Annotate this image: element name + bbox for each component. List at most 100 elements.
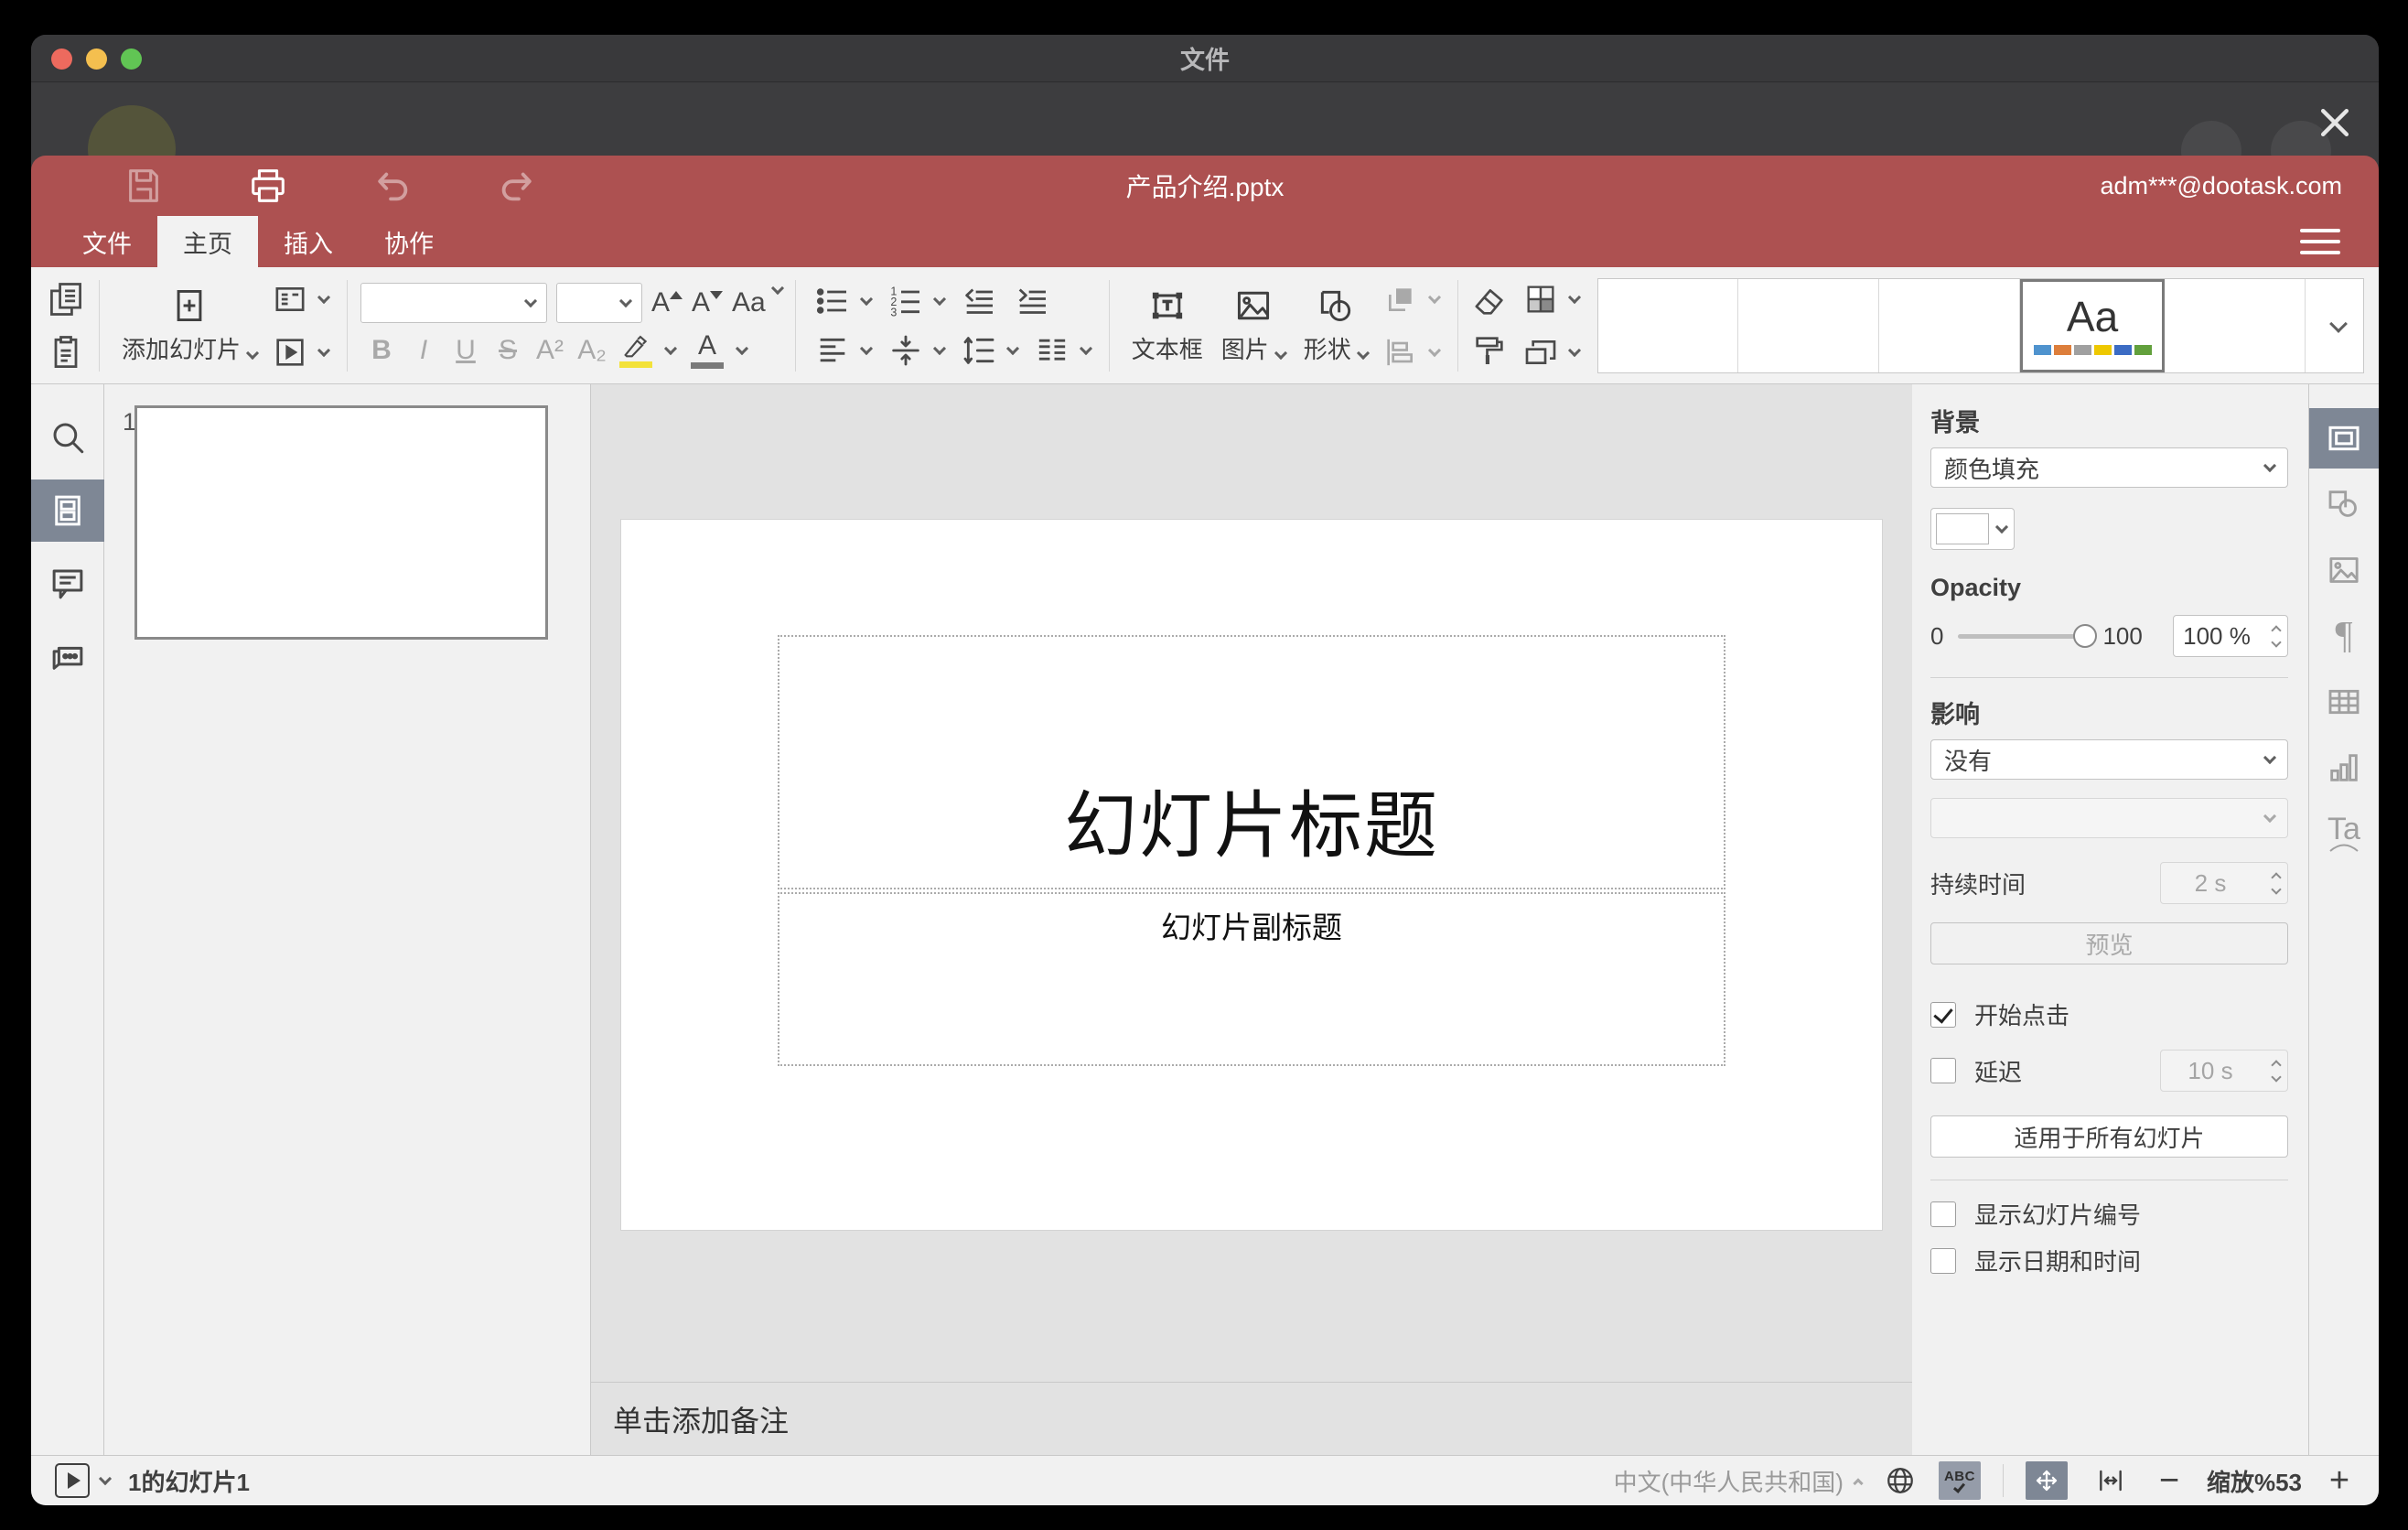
- opacity-slider[interactable]: [1958, 623, 2098, 648]
- slide-size-button[interactable]: [1517, 332, 1585, 372]
- theme-thumbnail[interactable]: [1738, 278, 1880, 372]
- opacity-slider-knob[interactable]: [2073, 623, 2098, 648]
- chart-settings-tab[interactable]: [2309, 738, 2379, 798]
- increase-indent-button[interactable]: [1008, 281, 1056, 321]
- image-icon: [1237, 291, 1269, 320]
- duration-input[interactable]: 2 s: [2160, 862, 2288, 904]
- arrange-shapes-button[interactable]: [1377, 279, 1445, 319]
- slide-settings-tab[interactable]: [2309, 408, 2379, 469]
- horizontal-align-button[interactable]: [809, 330, 876, 371]
- insert-shape-button[interactable]: 形状: [1295, 282, 1377, 369]
- close-editor-button[interactable]: [2315, 102, 2355, 143]
- fit-to-width-button[interactable]: [2090, 1461, 2132, 1500]
- language-select[interactable]: 中文(中华人民共和国): [1614, 1464, 1864, 1498]
- increase-font-button[interactable]: A: [651, 287, 683, 318]
- insert-image-button[interactable]: 图片: [1212, 282, 1295, 369]
- subscript-button[interactable]: A₂: [571, 335, 613, 366]
- effect-select[interactable]: 没有: [1930, 739, 2288, 780]
- tab-collaboration[interactable]: 协作: [359, 216, 459, 267]
- add-slide-button[interactable]: 添加幻灯片: [113, 282, 266, 369]
- minimize-window-button[interactable]: [86, 48, 107, 70]
- opacity-spinner[interactable]: [2271, 616, 2282, 656]
- change-layout-button[interactable]: [266, 279, 334, 319]
- delay-checkbox[interactable]: [1930, 1058, 1956, 1083]
- align-shapes-button[interactable]: [1377, 332, 1445, 372]
- textart-settings-tab[interactable]: Ta: [2309, 803, 2379, 864]
- columns-button[interactable]: [1028, 330, 1096, 371]
- show-date-time-checkbox[interactable]: [1930, 1247, 1956, 1274]
- tab-insert[interactable]: 插入: [258, 216, 359, 267]
- theme-thumbnail-selected[interactable]: Aa: [2019, 278, 2166, 372]
- notes-placeholder-text: 单击添加备注: [613, 1404, 790, 1438]
- theme-thumbnail[interactable]: [1598, 278, 1739, 372]
- strikethrough-button[interactable]: S: [487, 335, 529, 366]
- slide-size-icon: [1525, 339, 1556, 364]
- copy-style-icon[interactable]: [1471, 332, 1508, 369]
- align-left-icon: [820, 338, 845, 361]
- insert-textbox-button[interactable]: 文本框: [1123, 282, 1212, 369]
- copy-icon[interactable]: [46, 279, 86, 319]
- slide[interactable]: 幻灯片标题 幻灯片副标题: [621, 520, 1882, 1230]
- apply-to-all-slides-button[interactable]: 适用于所有幻灯片: [1930, 1115, 2288, 1158]
- fill-type-select[interactable]: 颜色填充: [1930, 447, 2288, 488]
- zoom-in-button[interactable]: +: [2324, 1463, 2355, 1498]
- redo-icon[interactable]: [496, 165, 538, 207]
- show-slide-number-checkbox[interactable]: [1930, 1201, 1956, 1227]
- start-slideshow-button[interactable]: [266, 332, 334, 372]
- numbered-list-button[interactable]: 123: [882, 281, 950, 321]
- fit-to-slide-button[interactable]: [2025, 1461, 2068, 1500]
- italic-button[interactable]: I: [403, 335, 445, 366]
- effect-option-select[interactable]: [1930, 798, 2288, 838]
- delay-spinner[interactable]: [2271, 1051, 2282, 1091]
- delay-input[interactable]: 10 s: [2160, 1050, 2288, 1092]
- zoom-out-button[interactable]: −: [2154, 1463, 2185, 1498]
- vertical-align-button[interactable]: [882, 330, 950, 371]
- shape-settings-tab[interactable]: [2309, 474, 2379, 534]
- underline-button[interactable]: U: [445, 335, 487, 366]
- font-name-select[interactable]: [360, 282, 548, 323]
- theme-thumbnail[interactable]: [2165, 279, 2305, 372]
- opacity-input[interactable]: 100 %: [2173, 615, 2288, 657]
- sidebar-slides-button[interactable]: [31, 479, 104, 542]
- start-slideshow-status-button[interactable]: [55, 1463, 90, 1498]
- save-icon[interactable]: [123, 165, 165, 207]
- highlight-color-button[interactable]: [613, 333, 659, 368]
- slide-thumbnail[interactable]: [134, 405, 548, 640]
- sidebar-chat-button[interactable]: [31, 626, 104, 688]
- sidebar-comments-button[interactable]: [31, 553, 104, 615]
- bold-button[interactable]: B: [360, 335, 403, 366]
- theme-thumbnail[interactable]: [1879, 278, 2020, 372]
- preview-button[interactable]: 预览: [1930, 922, 2288, 964]
- maximize-window-button[interactable]: [121, 48, 142, 70]
- paragraph-settings-tab[interactable]: ¶: [2309, 606, 2379, 666]
- hamburger-menu-icon[interactable]: [2300, 216, 2340, 267]
- superscript-button[interactable]: A²: [529, 335, 571, 366]
- start-on-click-checkbox[interactable]: [1930, 1001, 1956, 1028]
- decrease-font-button[interactable]: A: [692, 287, 724, 318]
- theme-gallery-expand-button[interactable]: [2305, 278, 2363, 372]
- bullet-list-button[interactable]: [809, 281, 876, 321]
- subtitle-placeholder[interactable]: 幻灯片副标题: [778, 892, 1725, 1066]
- undo-icon[interactable]: [371, 165, 414, 207]
- font-size-select[interactable]: [556, 282, 643, 323]
- title-placeholder[interactable]: 幻灯片标题: [778, 635, 1725, 889]
- line-spacing-button[interactable]: [955, 330, 1023, 371]
- tab-home[interactable]: 主页: [157, 216, 258, 267]
- decrease-indent-button[interactable]: [955, 281, 1003, 321]
- set-language-globe-icon[interactable]: [1884, 1464, 1917, 1497]
- font-color-button[interactable]: A: [684, 331, 730, 369]
- image-settings-tab[interactable]: [2309, 540, 2379, 600]
- color-scheme-button[interactable]: [1517, 279, 1585, 319]
- change-case-button[interactable]: Aa: [732, 281, 784, 318]
- fill-color-picker[interactable]: [1930, 508, 2015, 550]
- notes-area[interactable]: 单击添加备注: [591, 1382, 1912, 1455]
- table-settings-tab[interactable]: [2309, 672, 2379, 732]
- paste-icon[interactable]: [46, 332, 86, 372]
- tab-file[interactable]: 文件: [57, 216, 157, 267]
- clear-style-icon[interactable]: [1471, 283, 1508, 319]
- sidebar-search-button[interactable]: [31, 406, 104, 469]
- duration-spinner[interactable]: [2271, 863, 2282, 903]
- close-window-button[interactable]: [51, 48, 72, 70]
- spellcheck-toggle[interactable]: ABC: [1938, 1461, 1981, 1500]
- print-icon[interactable]: [247, 165, 289, 207]
